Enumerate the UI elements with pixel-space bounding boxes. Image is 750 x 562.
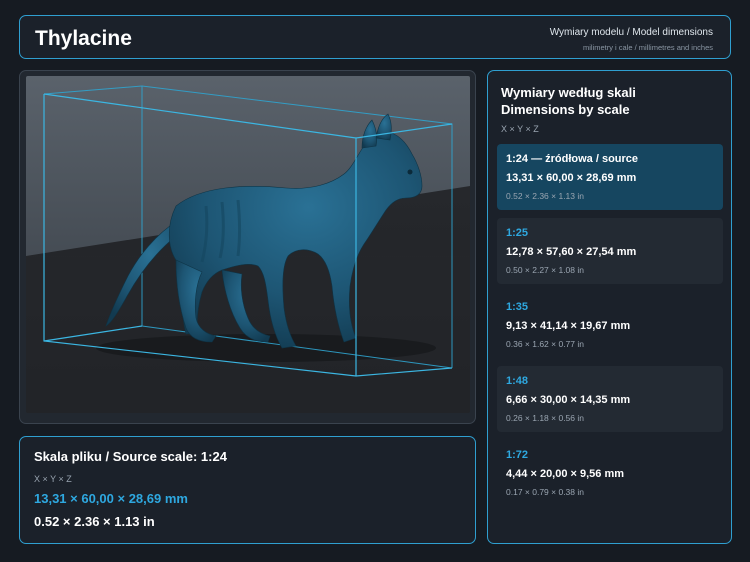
header-subtitle: Wymiary modelu / Model dimensions	[549, 27, 713, 38]
scale-dimensions-mm: 9,13 × 41,14 × 19,67 mm	[506, 320, 631, 332]
header-panel: Thylacine Wymiary modelu / Model dimensi…	[19, 15, 731, 59]
scale-label: 1:72	[506, 449, 529, 461]
model-viewer-panel	[19, 70, 476, 424]
scale-label: 1:48	[506, 375, 529, 387]
scales-title: Wymiary według skali Dimensions by scale	[501, 84, 636, 118]
scale-card-1-48[interactable]: 1:48 6,66 × 30,00 × 14,35 mm 0.26 × 1.18…	[497, 366, 723, 432]
scale-dimensions-inches: 0.26 × 1.18 × 0.56 in	[506, 413, 584, 423]
scales-axes-label: X × Y × Z	[501, 124, 539, 134]
scale-card-1-24[interactable]: 1:24 — źródłowa / source 13,31 × 60,00 ×…	[497, 144, 723, 210]
scales-title-line1: Wymiary według skali	[501, 85, 636, 100]
scale-dimensions-mm: 13,31 × 60,00 × 28,69 mm	[506, 172, 637, 184]
scales-panel: Wymiary według skali Dimensions by scale…	[487, 70, 732, 544]
model-render	[26, 76, 470, 413]
source-axes-label: X × Y × Z	[34, 474, 72, 484]
scale-dimensions-mm: 4,44 × 20,00 × 9,56 mm	[506, 468, 625, 480]
source-dimensions-inches: 0.52 × 2.36 × 1.13 in	[34, 514, 155, 529]
model-viewport[interactable]	[26, 76, 470, 413]
scale-dimensions-mm: 6,66 × 30,00 × 14,35 mm	[506, 394, 631, 406]
source-dimensions-mm: 13,31 × 60,00 × 28,69 mm	[34, 491, 188, 506]
source-scale-title: Skala pliku / Source scale: 1:24	[34, 449, 227, 464]
scales-title-line2: Dimensions by scale	[501, 102, 630, 117]
model-title: Thylacine	[35, 27, 132, 50]
scale-card-1-25[interactable]: 1:25 12,78 × 57,60 × 27,54 mm 0.50 × 2.2…	[497, 218, 723, 284]
scale-label: 1:24 — źródłowa / source	[506, 153, 639, 165]
scale-dimensions-inches: 0.50 × 2.27 × 1.08 in	[506, 265, 584, 275]
scale-dimensions-inches: 0.52 × 2.36 × 1.13 in	[506, 191, 584, 201]
scale-card-1-35[interactable]: 1:35 9,13 × 41,14 × 19,67 mm 0.36 × 1.62…	[497, 292, 723, 358]
scale-dimensions-mm: 12,78 × 57,60 × 27,54 mm	[506, 246, 637, 258]
scale-dimensions-inches: 0.36 × 1.62 × 0.77 in	[506, 339, 584, 349]
scale-card-1-72[interactable]: 1:72 4,44 × 20,00 × 9,56 mm 0.17 × 0.79 …	[497, 440, 723, 506]
scale-label: 1:35	[506, 301, 529, 313]
scale-label: 1:25	[506, 227, 529, 239]
header-units-note: milimetry i cale / millimetres and inche…	[582, 43, 713, 52]
scale-dimensions-inches: 0.17 × 0.79 × 0.38 in	[506, 487, 584, 497]
source-scale-panel: Skala pliku / Source scale: 1:24 X × Y ×…	[19, 436, 476, 544]
